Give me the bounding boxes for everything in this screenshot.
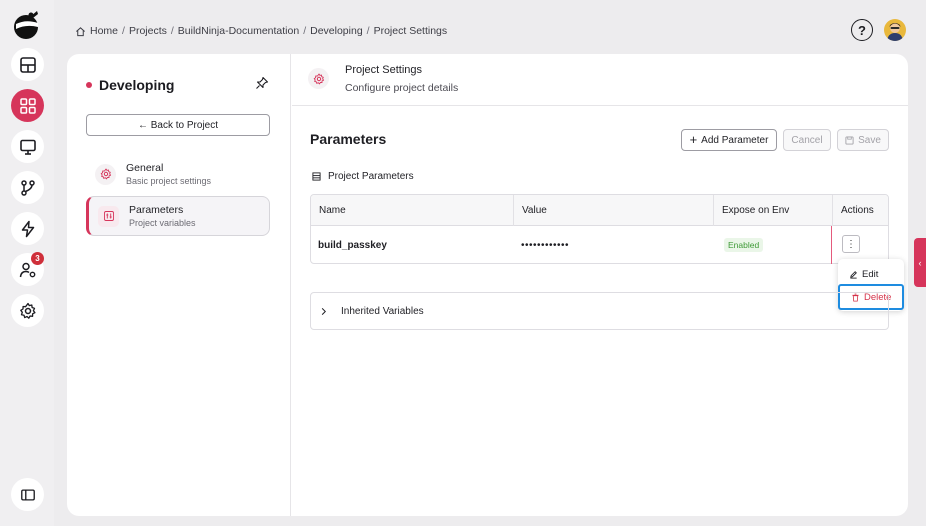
list-icon — [312, 172, 321, 181]
breadcrumb-projects[interactable]: Projects — [129, 25, 167, 37]
chevron-left-icon: ‹ — [918, 257, 922, 268]
help-icon[interactable]: ? — [851, 19, 873, 41]
parameters-table: Name Value Expose on Env Actions build_p… — [310, 194, 889, 264]
save-icon — [845, 135, 854, 145]
pin-icon[interactable] — [255, 76, 269, 90]
save-label: Save — [858, 134, 881, 146]
page-subtitle: Configure project details — [345, 82, 459, 94]
parameters-title: Parameters — [310, 131, 387, 147]
table-header: Name Value Expose on Env Actions — [311, 195, 888, 226]
breadcrumb-separator: / — [366, 25, 370, 37]
projects-grid-icon[interactable] — [11, 89, 44, 122]
menu-item-label: Edit — [862, 268, 879, 280]
breadcrumb-separator: / — [170, 25, 174, 37]
param-name-cell: build_passkey — [318, 239, 387, 251]
monitor-icon[interactable] — [11, 130, 44, 163]
settings-sidebar: Developing ← Back to Project General Bas… — [67, 54, 291, 516]
pencil-icon — [850, 270, 857, 279]
column-header-actions: Actions — [832, 195, 888, 226]
sidebar-item-parameters[interactable]: Parameters Project variables — [86, 196, 270, 236]
sidebar-item-label: General — [126, 161, 164, 174]
sidebar-item-label: Parameters — [129, 203, 184, 216]
status-dot-icon — [86, 82, 92, 88]
kebab-menu-icon: ⋮ — [846, 238, 856, 250]
sidebar-toggle-icon[interactable] — [11, 478, 44, 511]
status-badge: Enabled — [724, 238, 764, 252]
cancel-button[interactable]: Cancel — [783, 129, 831, 151]
actions-cell-indicator — [831, 226, 832, 264]
dashboard-icon[interactable] — [11, 48, 44, 81]
left-rail: 3 — [0, 0, 54, 526]
save-button[interactable]: Save — [837, 129, 889, 151]
sidebar-item-sublabel: Project variables — [129, 217, 196, 228]
expose-cell: Enabled — [713, 226, 832, 264]
sidebar-title: Developing — [86, 77, 174, 93]
ninja-logo-icon[interactable] — [11, 9, 43, 41]
inherited-variables-accordion[interactable]: Inherited Variables — [310, 292, 889, 330]
column-header-name: Name — [319, 205, 346, 216]
breadcrumb-current: Project Settings — [373, 25, 448, 37]
gear-icon[interactable] — [11, 294, 44, 327]
back-to-project-button[interactable]: ← Back to Project — [86, 114, 270, 136]
notification-badge: 3 — [31, 252, 44, 265]
add-parameter-button[interactable]: + Add Parameter — [681, 129, 777, 151]
column-header-expose: Expose on Env — [713, 195, 832, 226]
section-label: Project Parameters — [328, 171, 414, 182]
home-icon[interactable] — [75, 26, 86, 37]
git-branch-icon[interactable] — [11, 171, 44, 204]
breadcrumb-separator: / — [303, 25, 307, 37]
add-parameter-label: Add Parameter — [701, 134, 769, 146]
project-parameters-section: Project Parameters — [312, 171, 414, 182]
lightning-icon[interactable] — [11, 212, 44, 245]
content-header: Project Settings Configure project detai… — [292, 54, 908, 106]
chevron-right-icon — [321, 307, 327, 315]
sidebar-item-sublabel: Basic project settings — [126, 175, 212, 186]
page-title: Project Settings — [345, 64, 423, 76]
breadcrumb-project[interactable]: BuildNinja-Documentation — [178, 25, 299, 37]
inherited-label: Inherited Variables — [341, 305, 424, 317]
sidebar-item-general[interactable]: General Basic project settings — [86, 154, 270, 194]
sidebar-title-text: Developing — [99, 77, 175, 93]
menu-item-edit[interactable]: Edit — [838, 263, 904, 285]
gear-icon — [95, 163, 116, 185]
row-actions-button[interactable]: ⋮ — [842, 235, 860, 253]
breadcrumb: Home / Projects / BuildNinja-Documentati… — [75, 24, 447, 38]
drawer-toggle-button[interactable]: ‹ — [914, 238, 926, 287]
gear-icon — [308, 68, 329, 89]
breadcrumb-branch[interactable]: Developing — [310, 25, 363, 37]
sliders-icon — [98, 205, 119, 227]
avatar[interactable] — [884, 19, 906, 41]
plus-icon: + — [689, 132, 698, 147]
column-header-value: Value — [513, 195, 713, 226]
breadcrumb-home[interactable]: Home — [90, 25, 118, 37]
param-value-cell: •••••••••••• — [521, 239, 570, 251]
settings-card: Developing ← Back to Project General Bas… — [67, 54, 908, 516]
breadcrumb-separator: / — [122, 25, 125, 37]
